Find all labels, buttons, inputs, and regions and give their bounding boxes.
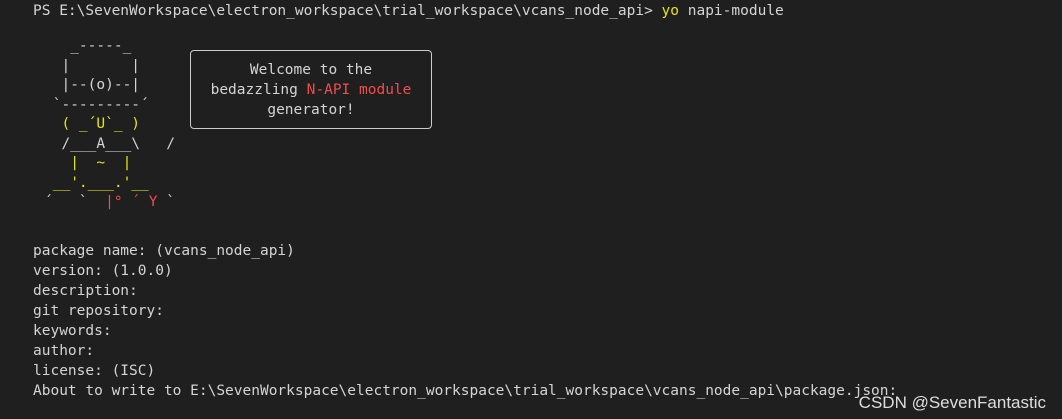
command-name: yo	[661, 3, 680, 19]
prompt-version: version: (1.0.0)	[33, 263, 173, 279]
terminal-panel[interactable]: PS E:\SevenWorkspace\electron_workspace\…	[0, 0, 1062, 419]
art-line-3: |--(o)--|	[44, 77, 140, 93]
welcome-line-2: bedazzling N-API module	[211, 80, 412, 100]
art-line-3-text: |--(o)--|	[44, 77, 141, 93]
art-line-4: `---------´	[44, 96, 149, 113]
prompt-package-name: package name: (vcans_node_api)	[33, 243, 295, 259]
about-to-write-line: About to write to E:\SevenWorkspace\elec…	[33, 383, 898, 399]
art-line-7: | ~ |	[44, 155, 132, 171]
art-line-1: _-----_	[44, 38, 132, 54]
welcome-highlight: N-API module	[306, 81, 412, 98]
command-args: napi-module	[679, 3, 784, 19]
art-line-2: | |	[44, 57, 141, 74]
art-line-6: /___A___\ /	[44, 135, 175, 152]
welcome-box: Welcome to the bedazzling N-API module g…	[190, 50, 432, 129]
welcome-line-1: Welcome to the	[249, 61, 373, 78]
art-line-9-mid: |° ´ Y	[105, 194, 158, 210]
art-line-9-left: ´ `	[44, 194, 106, 210]
csdn-watermark: CSDN @SevenFantastic	[858, 393, 1046, 412]
prompt-description: description:	[33, 283, 138, 299]
prompt-text: PS E:\SevenWorkspace\electron_workspace\…	[33, 3, 662, 19]
art-line-8: __'.___.'__	[44, 174, 149, 191]
art-line-9-right: `	[157, 194, 175, 210]
welcome-line-3: generator!	[267, 101, 355, 118]
prompt-keywords: keywords:	[33, 323, 112, 339]
prompt-license: license: (ISC)	[33, 363, 156, 379]
prompt-git-repository: git repository:	[33, 303, 164, 319]
welcome-line-2-pre: bedazzling	[210, 81, 307, 98]
command-line: PS E:\SevenWorkspace\electron_workspace\…	[33, 1, 784, 21]
prompt-author: author:	[33, 343, 95, 359]
art-line-5: ( _´U`_ )	[44, 116, 141, 132]
yeoman-ascii-art: _-----_ | | |--(o)--| `---------´ ( _´U`…	[44, 37, 175, 213]
